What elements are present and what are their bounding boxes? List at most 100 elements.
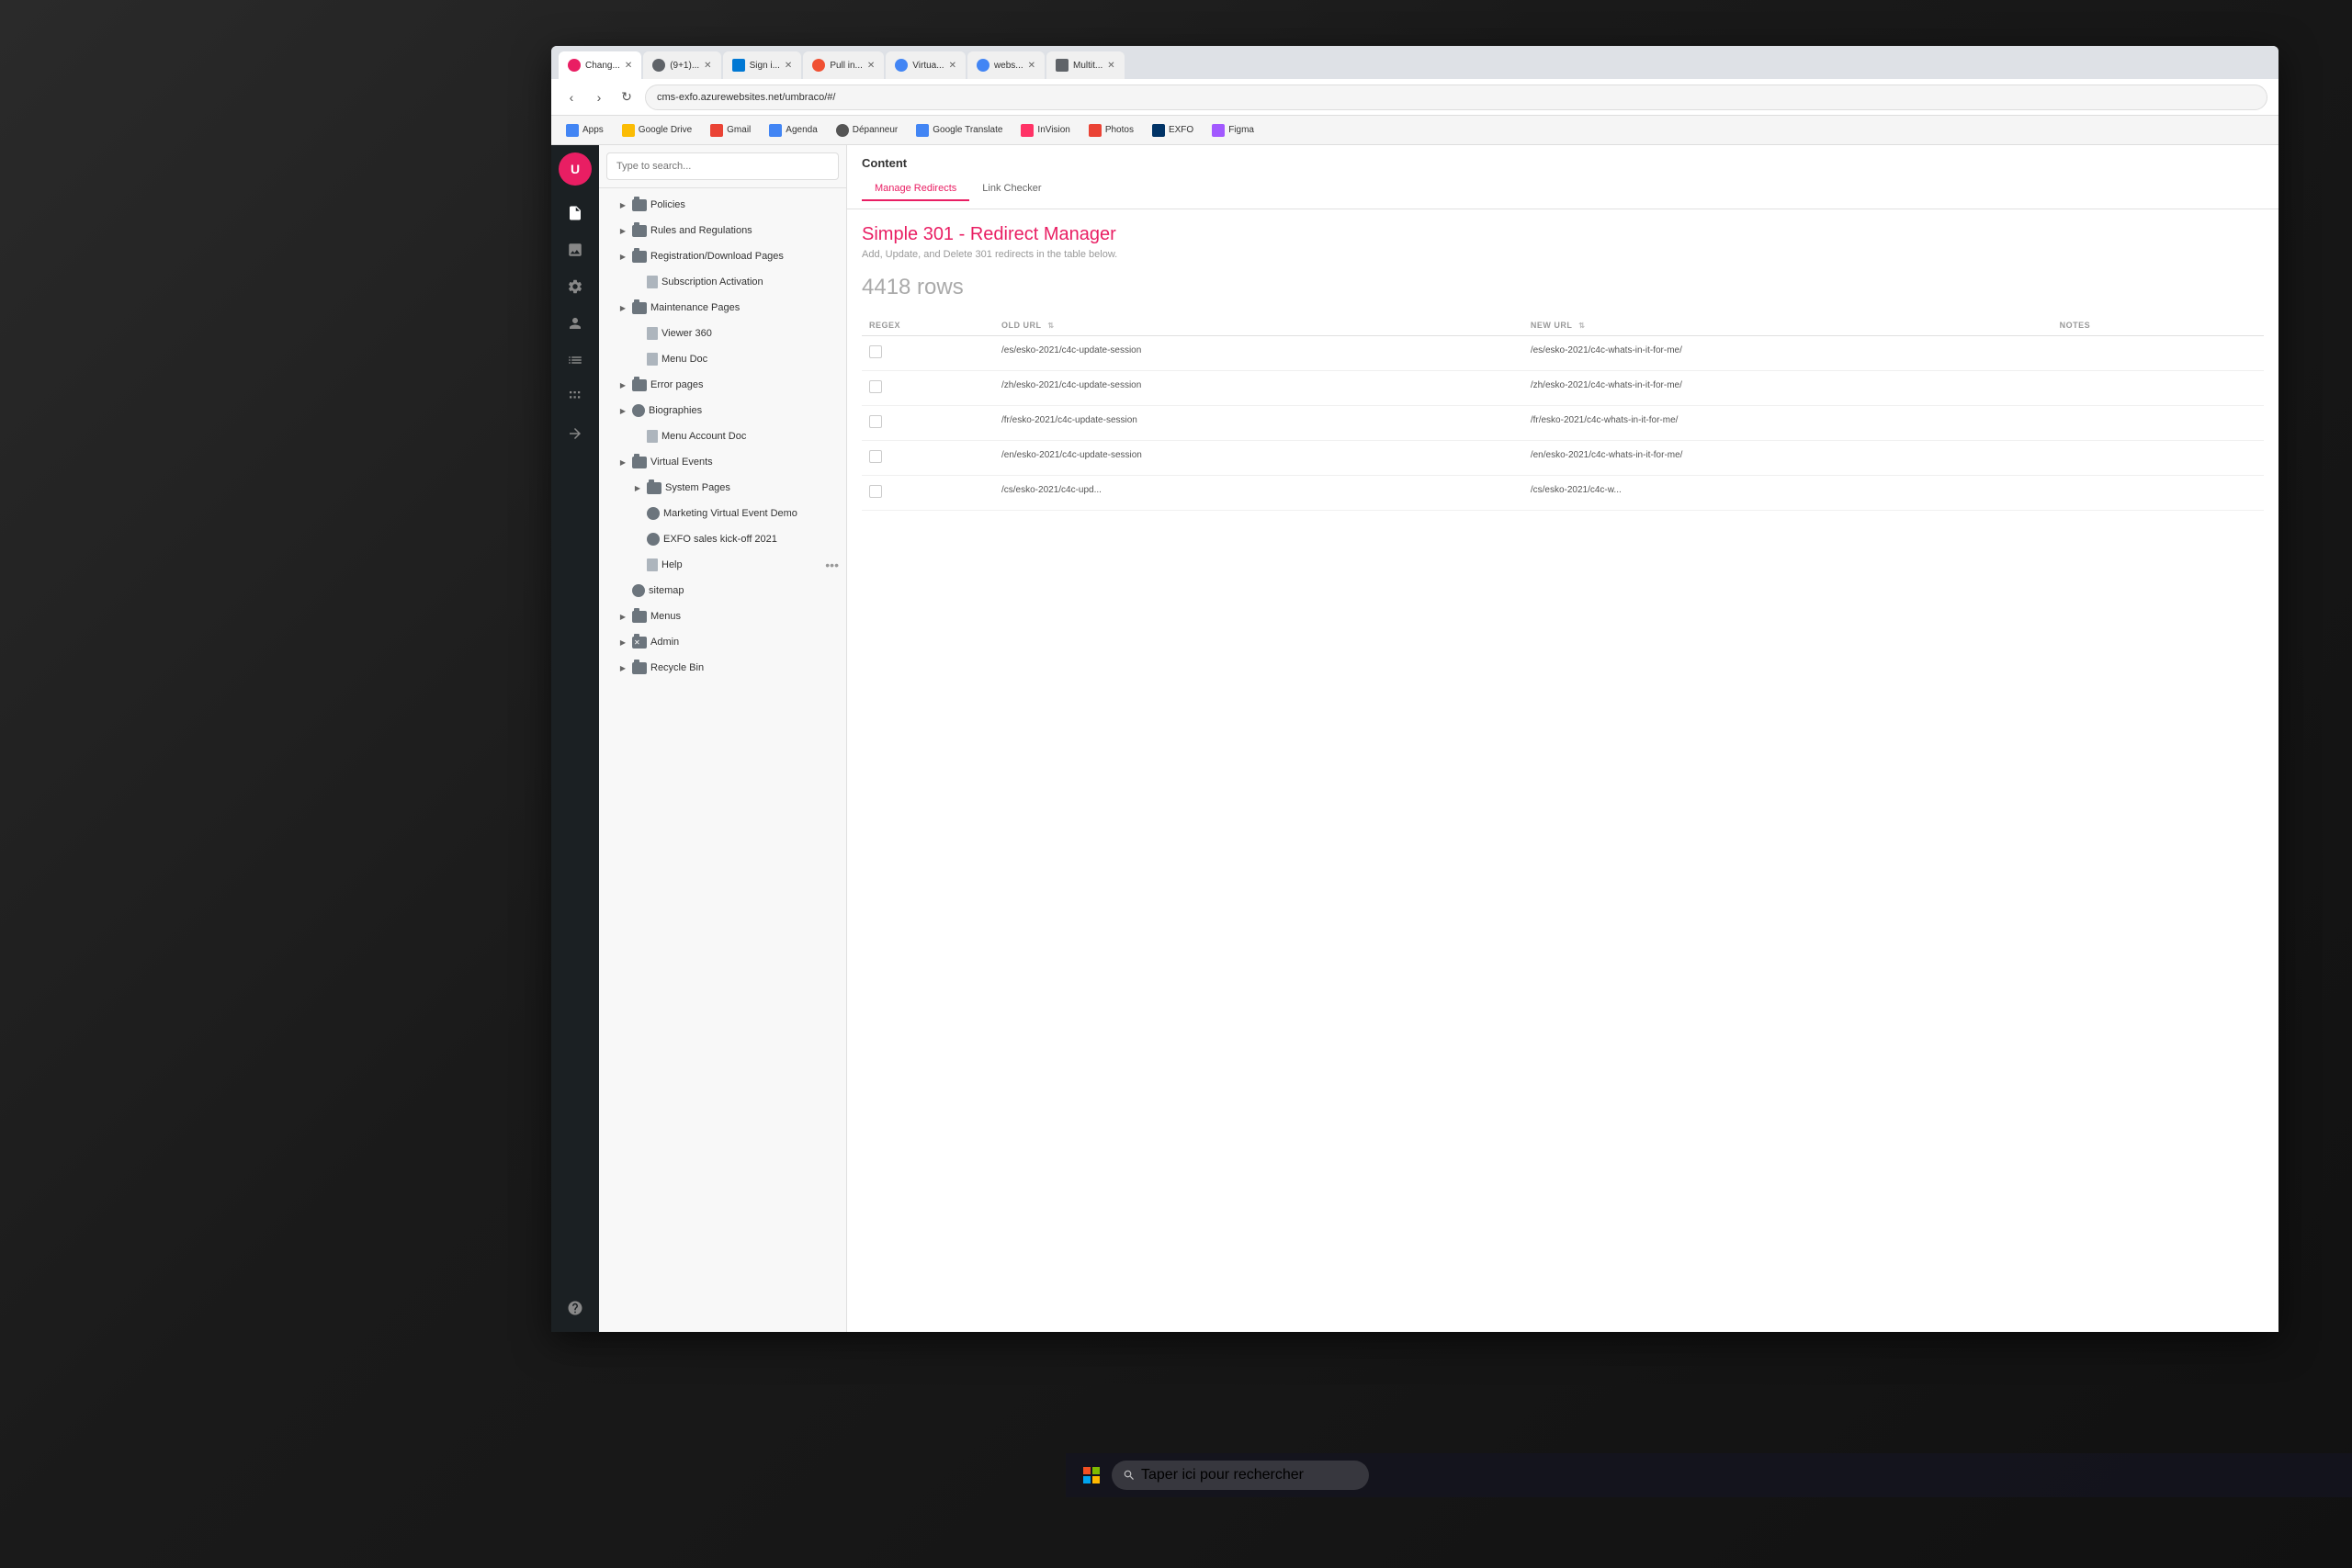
tab-notif[interactable]: (9+1)... ✕	[643, 51, 720, 79]
tab-close-virtual[interactable]: ✕	[949, 61, 956, 71]
tab-signin[interactable]: Sign i... ✕	[723, 51, 802, 79]
tree-item-admin[interactable]: ▶ ✕ Admin	[599, 629, 846, 655]
tree-item-recycle[interactable]: ▶ Recycle Bin	[599, 655, 846, 681]
tree-search-input[interactable]	[606, 152, 839, 180]
sidebar-forms-icon[interactable]	[559, 344, 592, 377]
sidebar-redirect-icon[interactable]	[559, 417, 592, 450]
reload-button[interactable]: ↻	[617, 88, 636, 107]
sidebar-content-icon[interactable]	[559, 197, 592, 230]
bookmark-drive[interactable]: Google Drive	[615, 121, 699, 140]
taskbar: Taper ici pour rechercher	[1066, 1453, 2352, 1497]
table-row: /fr/esko-2021/c4c-update-session /fr/esk…	[862, 406, 2264, 441]
tab-manage-redirects[interactable]: Manage Redirects	[862, 177, 969, 201]
tree-item-menuacc[interactable]: Menu Account Doc	[599, 423, 846, 449]
tree-more-help[interactable]: •••	[825, 558, 839, 572]
tree-item-regdown[interactable]: ▶ Registration/Download Pages	[599, 243, 846, 269]
taskbar-search-box[interactable]: Taper ici pour rechercher	[1112, 1461, 1369, 1490]
back-button[interactable]: ‹	[562, 88, 581, 107]
bookmark-apps[interactable]: Apps	[559, 121, 611, 140]
address-input[interactable]	[645, 85, 2267, 110]
sidebar-settings-icon[interactable]	[559, 270, 592, 303]
checkbox-r4[interactable]	[869, 450, 882, 463]
tree-item-viewer[interactable]: Viewer 360	[599, 321, 846, 346]
tree-item-policies[interactable]: ▶ Policies	[599, 192, 846, 218]
bookmark-depanneur[interactable]: Dépanneur	[829, 121, 905, 140]
cell-regex-r2	[862, 371, 994, 406]
col-header-notes: NOTES	[2052, 315, 2264, 336]
tree-arrow-rules: ▶	[617, 225, 628, 236]
col-header-regex: REGEX	[862, 315, 994, 336]
bookmark-figma[interactable]: Figma	[1204, 121, 1261, 140]
cell-old-r3: /fr/esko-2021/c4c-update-session	[994, 406, 1523, 441]
tree-label-maint: Maintenance Pages	[650, 302, 740, 313]
checkbox-r2[interactable]	[869, 380, 882, 393]
tree-item-bio[interactable]: ▶ Biographies	[599, 398, 846, 423]
tab-multi[interactable]: Multit... ✕	[1046, 51, 1125, 79]
user-icon-bio	[632, 404, 645, 417]
tab-label-notif: (9+1)...	[670, 61, 699, 71]
content-svg-icon	[567, 205, 583, 221]
bookmark-gmail[interactable]: Gmail	[703, 121, 758, 140]
tree-item-virtual[interactable]: ▶ Virtual Events	[599, 449, 846, 475]
cell-new-r5: /cs/esko-2021/c4c-w...	[1523, 476, 2052, 511]
bookmark-gmail-label: Gmail	[727, 125, 751, 135]
tab-label-multi: Multit...	[1073, 61, 1102, 71]
umbraco-logo[interactable]: U	[559, 152, 592, 186]
tree-arrow-admin: ▶	[617, 637, 628, 648]
tab-icon-webs	[977, 59, 989, 72]
tab-close-chang[interactable]: ✕	[625, 61, 632, 71]
tree-item-error[interactable]: ▶ Error pages	[599, 372, 846, 398]
forward-button[interactable]: ›	[590, 88, 608, 107]
bookmark-agenda[interactable]: Agenda	[762, 121, 824, 140]
tab-icon-signin	[732, 59, 745, 72]
cell-regex-r1	[862, 336, 994, 371]
tree-label-virtual: Virtual Events	[650, 457, 713, 468]
tree-item-menus[interactable]: ▶ Menus	[599, 604, 846, 629]
tab-close-multi[interactable]: ✕	[1107, 61, 1114, 71]
tab-webs[interactable]: webs... ✕	[967, 51, 1045, 79]
tree-item-exfo[interactable]: EXFO sales kick-off 2021	[599, 526, 846, 552]
sidebar-members-icon[interactable]	[559, 307, 592, 340]
checkbox-r3[interactable]	[869, 415, 882, 428]
tree-item-subact[interactable]: Subscription Activation	[599, 269, 846, 295]
tree-item-help[interactable]: Help •••	[599, 552, 846, 578]
bookmark-exfo[interactable]: EXFO	[1145, 121, 1201, 140]
tab-close-notif[interactable]: ✕	[704, 61, 711, 71]
tab-close-signin[interactable]: ✕	[785, 61, 792, 71]
tree-item-maint[interactable]: ▶ Maintenance Pages	[599, 295, 846, 321]
bookmark-photos[interactable]: Photos	[1081, 121, 1141, 140]
user-icon-mktg	[647, 507, 660, 520]
tab-pull[interactable]: Pull in... ✕	[803, 51, 884, 79]
tab-chang[interactable]: Chang... ✕	[559, 51, 641, 79]
tab-close-webs[interactable]: ✕	[1028, 61, 1035, 71]
tree-item-sitemap[interactable]: sitemap	[599, 578, 846, 604]
laptop-container: Chang... ✕ (9+1)... ✕ Sign i... ✕ Pull i…	[533, 28, 2334, 1497]
bookmark-translate[interactable]: Google Translate	[909, 121, 1010, 140]
checkbox-r1[interactable]	[869, 345, 882, 358]
tab-close-pull[interactable]: ✕	[867, 61, 875, 71]
tab-virtual[interactable]: Virtua... ✕	[886, 51, 966, 79]
folder-icon-maint	[632, 302, 647, 314]
tab-label-chang: Chang...	[585, 61, 620, 71]
tree-item-mktg[interactable]: Marketing Virtual Event Demo	[599, 501, 846, 526]
cell-new-r1: /es/esko-2021/c4c-whats-in-it-for-me/	[1523, 336, 2052, 371]
bookmark-invision[interactable]: InVision	[1013, 121, 1077, 140]
tree-item-menudoc[interactable]: Menu Doc	[599, 346, 846, 372]
sidebar-media-icon[interactable]	[559, 233, 592, 266]
checkbox-r5[interactable]	[869, 485, 882, 498]
invision-icon	[1021, 124, 1034, 137]
tree-item-syspages[interactable]: ▶ System Pages	[599, 475, 846, 501]
folder-icon-policies	[632, 199, 647, 211]
sort-icon-old: ⇅	[1047, 321, 1054, 330]
tree-arrow-error: ▶	[617, 379, 628, 390]
depanneur-icon	[836, 124, 849, 137]
tree-item-rules[interactable]: ▶ Rules and Regulations	[599, 218, 846, 243]
content-tabs: Manage Redirects Link Checker	[862, 177, 2264, 201]
photos-icon	[1089, 124, 1102, 137]
tree-label-regdown: Registration/Download Pages	[650, 251, 784, 262]
taskbar-start-button[interactable]	[1077, 1461, 1106, 1490]
sidebar-translation-icon[interactable]	[559, 380, 592, 413]
tab-link-checker[interactable]: Link Checker	[969, 177, 1054, 201]
bookmark-depanneur-label: Dépanneur	[853, 125, 898, 135]
sidebar-help-icon[interactable]	[559, 1292, 592, 1325]
